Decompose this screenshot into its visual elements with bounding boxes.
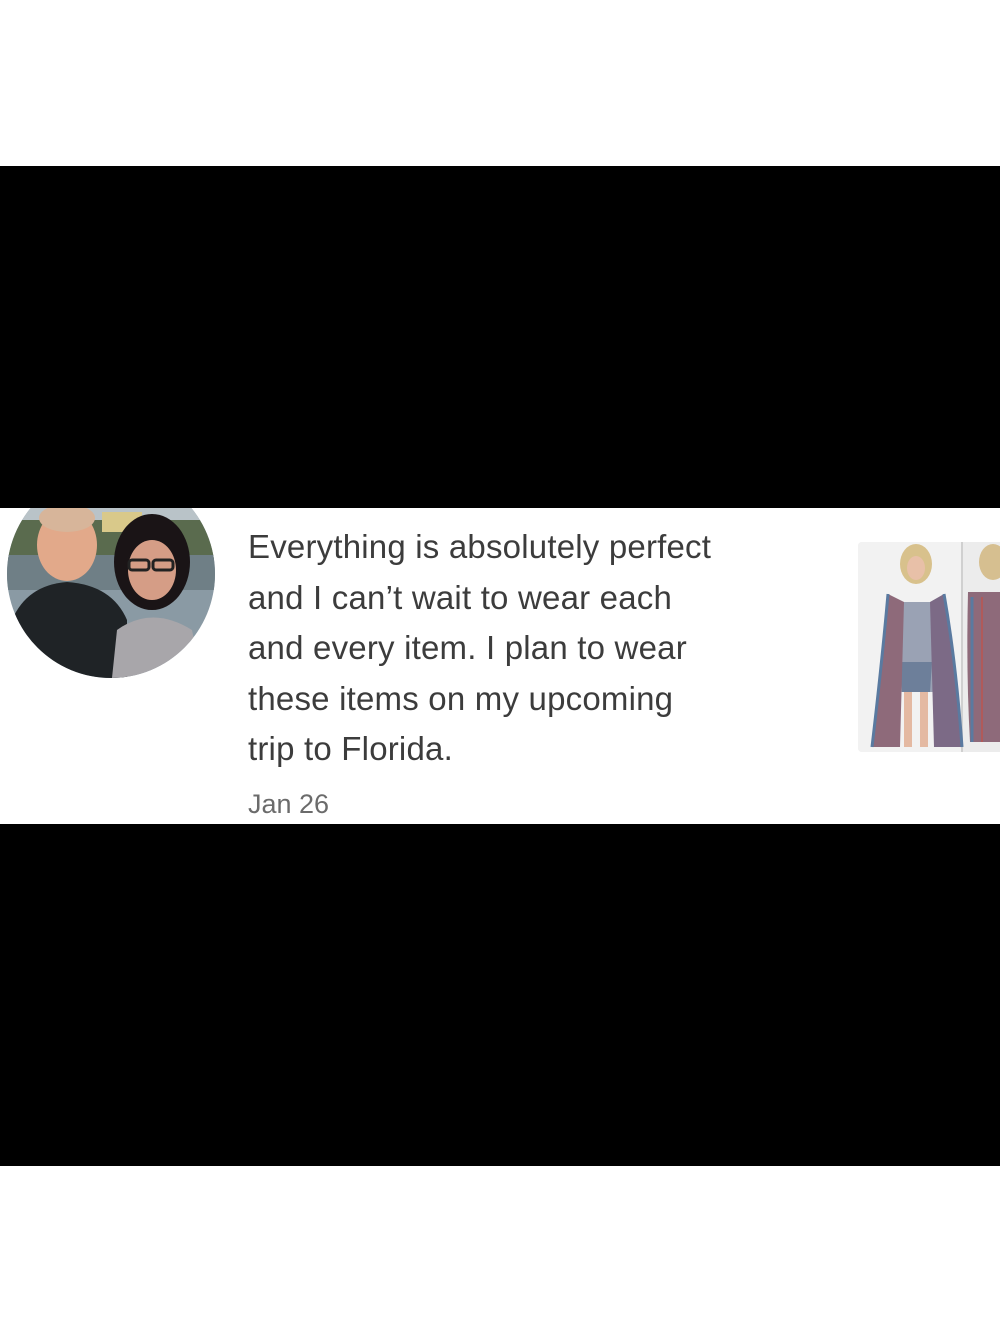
- product-thumbnail[interactable]: [858, 542, 1000, 752]
- screenshot-canvas: Everything is absolutely perfect and I c…: [0, 0, 1000, 1333]
- review-date: Jan 26: [248, 789, 330, 819]
- review-text: Everything is absolutely perfect and I c…: [248, 528, 712, 767]
- reviewer-avatar[interactable]: [7, 508, 215, 678]
- top-black-bar: [0, 166, 1000, 508]
- review-item: Everything is absolutely perfect and I c…: [0, 508, 1000, 824]
- bottom-black-bar: [0, 824, 1000, 1166]
